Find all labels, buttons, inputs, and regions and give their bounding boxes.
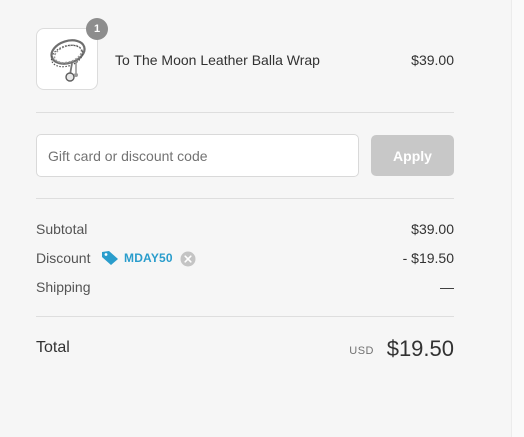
right-panel-edge: [511, 0, 524, 437]
apply-button[interactable]: Apply: [371, 135, 454, 176]
total-label: Total: [36, 339, 70, 356]
remove-discount-icon[interactable]: [180, 251, 196, 267]
divider: [36, 112, 454, 113]
discount-code-input[interactable]: [36, 134, 359, 177]
shipping-label: Shipping: [36, 279, 91, 295]
subtotal-row: Subtotal $39.00: [36, 221, 454, 239]
discount-value: - $19.50: [402, 250, 454, 266]
product-line-item: 1 To The Moon Leather Balla Wrap $39.00: [36, 18, 454, 92]
tag-icon: [102, 251, 118, 265]
subtotal-label: Subtotal: [36, 221, 88, 237]
bracelet-icon: [50, 39, 86, 82]
discount-label: Discount: [36, 250, 91, 266]
product-name: To The Moon Leather Balla Wrap: [115, 52, 320, 68]
shipping-value: —: [440, 279, 454, 295]
product-thumbnail: [36, 28, 98, 90]
discount-code-tag: MDAY50: [124, 251, 173, 265]
subtotal-value: $39.00: [411, 221, 454, 237]
shipping-row: Shipping —: [36, 279, 454, 297]
discount-row: Discount MDAY50 - $19.50: [36, 250, 454, 268]
product-price: $39.00: [411, 52, 454, 68]
total-amount: $19.50: [386, 336, 454, 361]
divider: [36, 198, 454, 199]
currency-code: USD: [349, 345, 374, 357]
divider: [36, 316, 454, 317]
quantity-badge: 1: [86, 18, 108, 40]
